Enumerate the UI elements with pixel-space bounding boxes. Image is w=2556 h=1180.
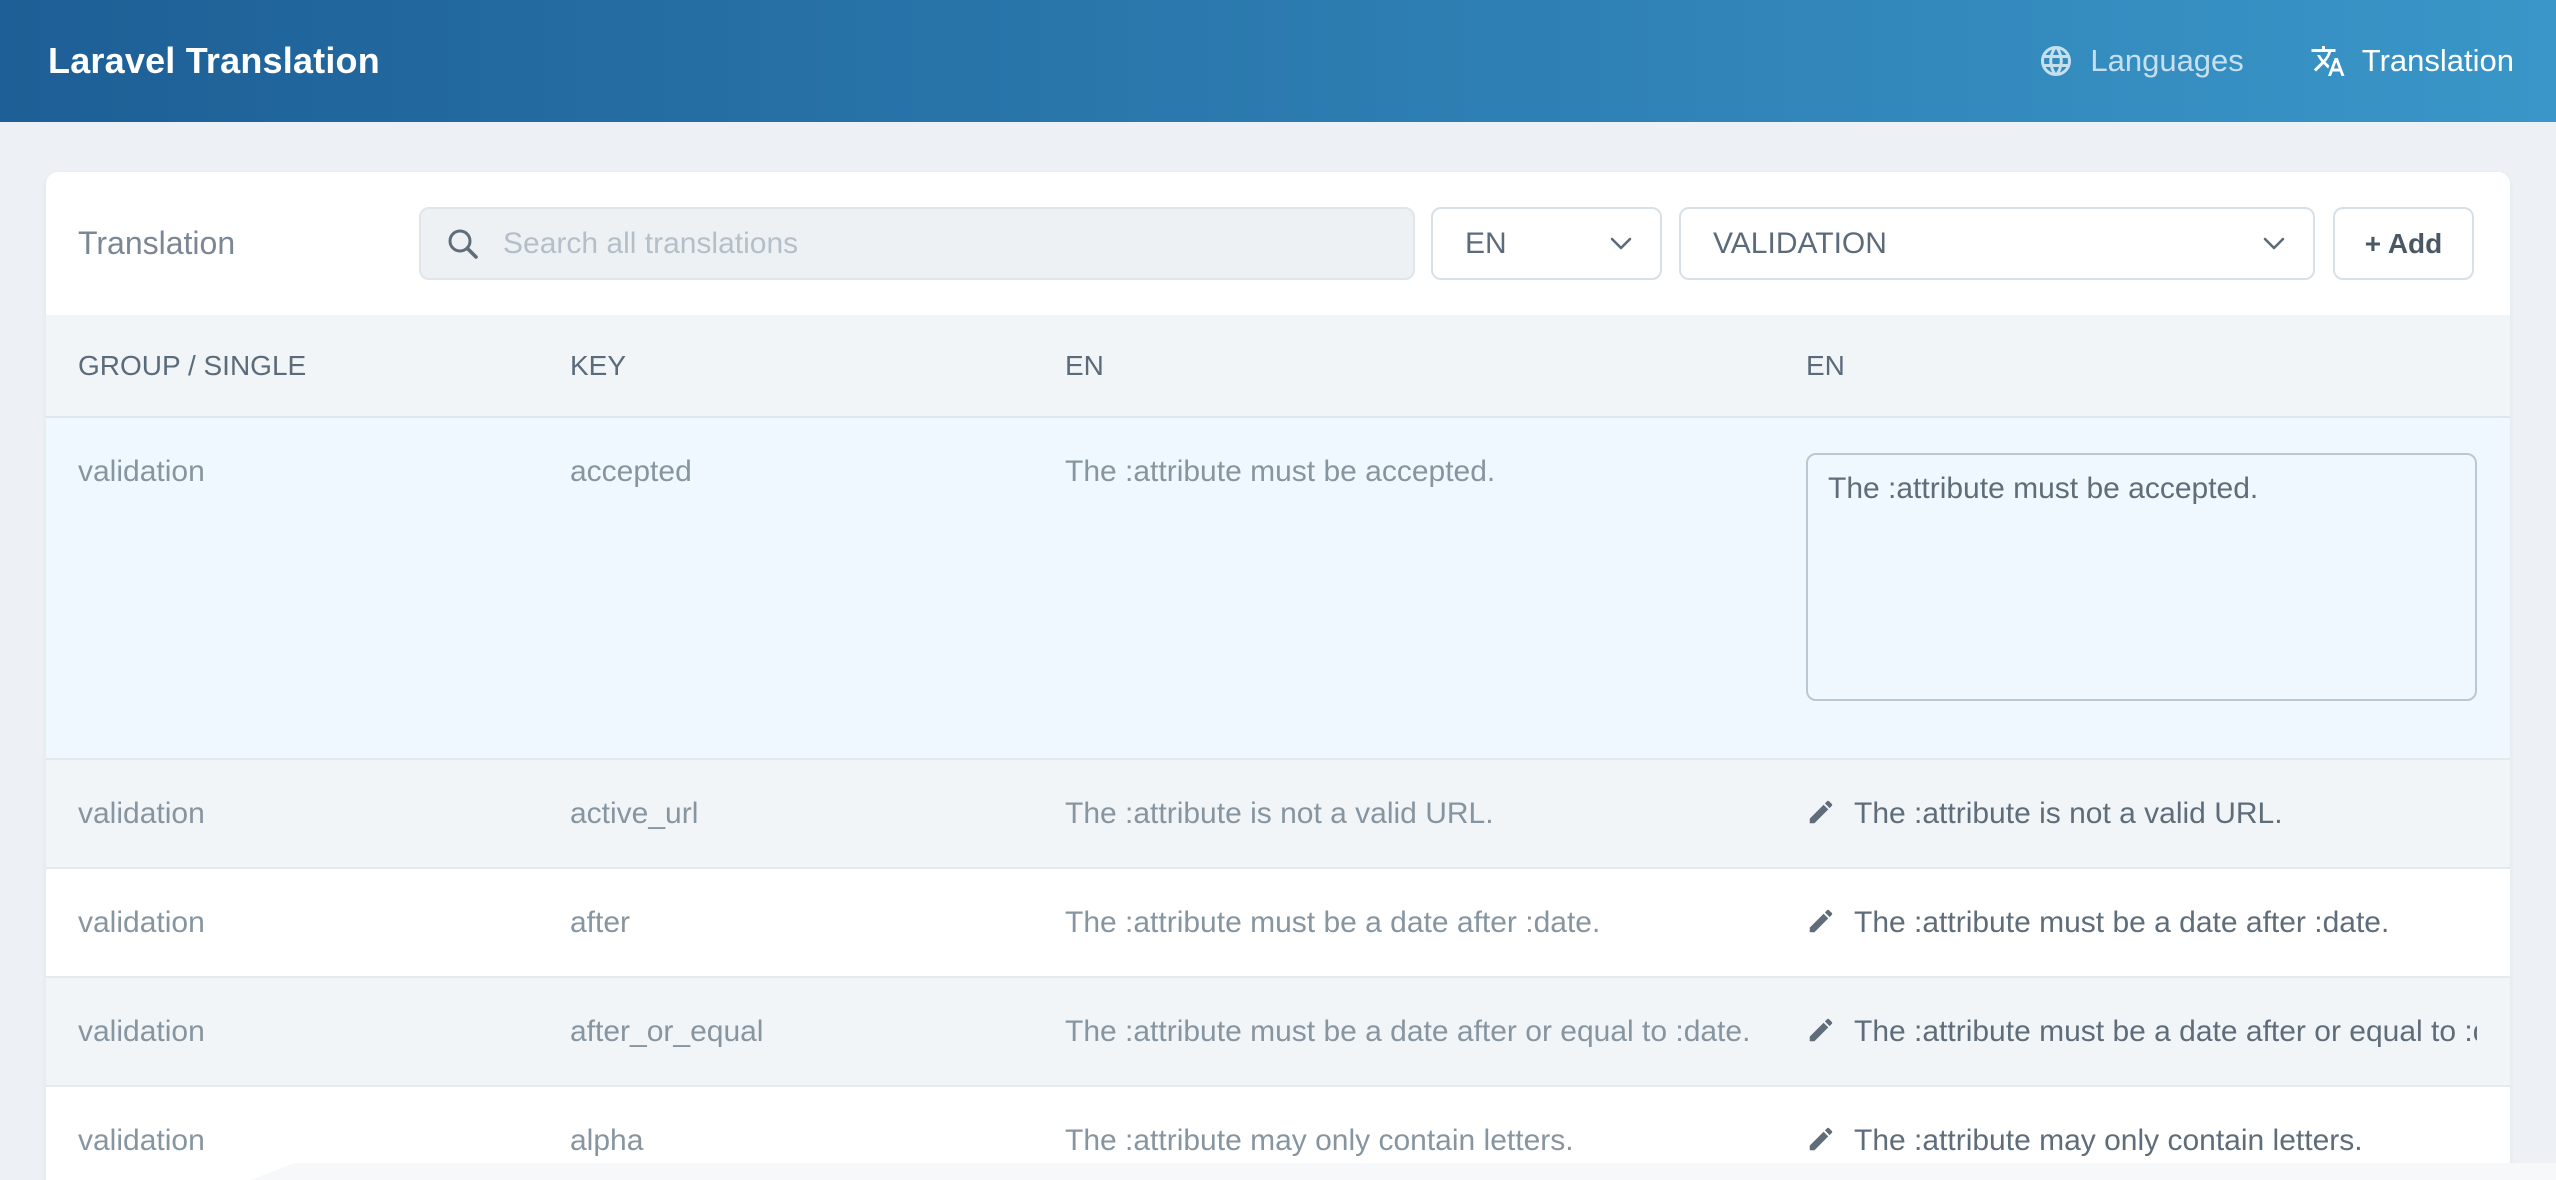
translation-textarea[interactable] <box>1806 453 2477 701</box>
translation-display[interactable]: The :attribute is not a valid URL. <box>1806 792 2477 836</box>
translation-display[interactable]: The :attribute must be a date after or e… <box>1806 1010 2477 1054</box>
cell-key: alpha <box>570 1087 1065 1180</box>
card-toolbar: Translation EN VALIDATION + Add <box>46 172 2510 315</box>
cell-source: The :attribute must be a date after :dat… <box>1065 869 1806 976</box>
translation-card: Translation EN VALIDATION + Add GROUP / … <box>46 172 2510 1180</box>
pencil-icon <box>1806 797 1836 827</box>
search-box <box>419 207 1415 280</box>
cell-group: validation <box>78 1087 570 1180</box>
pencil-icon <box>1806 1124 1836 1154</box>
table-row: validation active_url The :attribute is … <box>46 758 2510 867</box>
cell-translation: The :attribute must be accepted. <box>1806 418 2477 758</box>
cell-source: The :attribute must be accepted. <box>1065 418 1806 758</box>
chevron-down-icon <box>2263 237 2285 251</box>
translations-table: GROUP / SINGLE KEY EN EN validation acce… <box>46 315 2510 1180</box>
cell-key: accepted <box>570 418 1065 758</box>
cell-key: active_url <box>570 760 1065 867</box>
language-select-value: EN <box>1465 227 1507 261</box>
translation-text: The :attribute is not a valid URL. <box>1854 792 2283 836</box>
nav-item-label: Translation <box>2362 43 2514 79</box>
cell-translation: The :attribute must be a date after or e… <box>1806 978 2477 1085</box>
table-row: validation alpha The :attribute may only… <box>46 1085 2510 1180</box>
cell-translation: The :attribute may only contain letters. <box>1806 1087 2477 1180</box>
table-body: validation accepted The :attribute must … <box>46 418 2510 1180</box>
cell-translation: The :attribute is not a valid URL. <box>1806 760 2477 867</box>
nav-item-translation[interactable]: Translation <box>2310 43 2514 79</box>
app-navbar: Laravel Translation Languages Translatio… <box>0 0 2556 122</box>
search-icon <box>445 226 481 262</box>
card-heading: Translation <box>78 225 419 262</box>
content: Translation EN VALIDATION + Add GROUP / … <box>0 172 2556 1180</box>
nav-item-languages[interactable]: Languages <box>2038 43 2243 79</box>
cell-group: validation <box>78 869 570 976</box>
pencil-icon <box>1806 906 1836 936</box>
translation-display[interactable]: The :attribute must be a date after :dat… <box>1806 901 2477 945</box>
column-header-key: KEY <box>570 315 1065 416</box>
search-input[interactable] <box>503 209 1389 278</box>
translate-icon <box>2310 43 2346 79</box>
chevron-down-icon <box>1610 237 1632 251</box>
add-button[interactable]: + Add <box>2333 207 2474 280</box>
cell-translation: The :attribute must be a date after :dat… <box>1806 869 2477 976</box>
translation-text: The :attribute may only contain letters. <box>1854 1119 2363 1163</box>
language-select[interactable]: EN <box>1431 207 1662 280</box>
cell-key: after_or_equal <box>570 978 1065 1085</box>
translation-display[interactable]: The :attribute may only contain letters. <box>1806 1119 2477 1163</box>
table-header: GROUP / SINGLE KEY EN EN <box>46 315 2510 418</box>
pencil-icon <box>1806 1015 1836 1045</box>
cell-group: validation <box>78 760 570 867</box>
cell-group: validation <box>78 978 570 1085</box>
cell-group: validation <box>78 418 570 758</box>
table-row: validation accepted The :attribute must … <box>46 418 2510 758</box>
group-select[interactable]: VALIDATION <box>1679 207 2315 280</box>
globe-icon <box>2038 43 2074 79</box>
table-row: validation after The :attribute must be … <box>46 867 2510 976</box>
cell-source: The :attribute must be a date after or e… <box>1065 978 1806 1085</box>
app-title: Laravel Translation <box>48 40 380 82</box>
translation-text: The :attribute must be a date after :dat… <box>1854 901 2389 945</box>
column-header-source: EN <box>1065 315 1806 416</box>
cell-source: The :attribute is not a valid URL. <box>1065 760 1806 867</box>
table-row: validation after_or_equal The :attribute… <box>46 976 2510 1085</box>
cell-source: The :attribute may only contain letters. <box>1065 1087 1806 1180</box>
nav-item-label: Languages <box>2090 43 2243 79</box>
translation-text: The :attribute must be a date after or e… <box>1854 1010 2477 1054</box>
navbar-menu: Languages Translation <box>2038 43 2514 79</box>
column-header-target: EN <box>1806 315 2477 416</box>
cell-key: after <box>570 869 1065 976</box>
group-select-value: VALIDATION <box>1713 227 1887 261</box>
column-header-group: GROUP / SINGLE <box>78 315 570 416</box>
